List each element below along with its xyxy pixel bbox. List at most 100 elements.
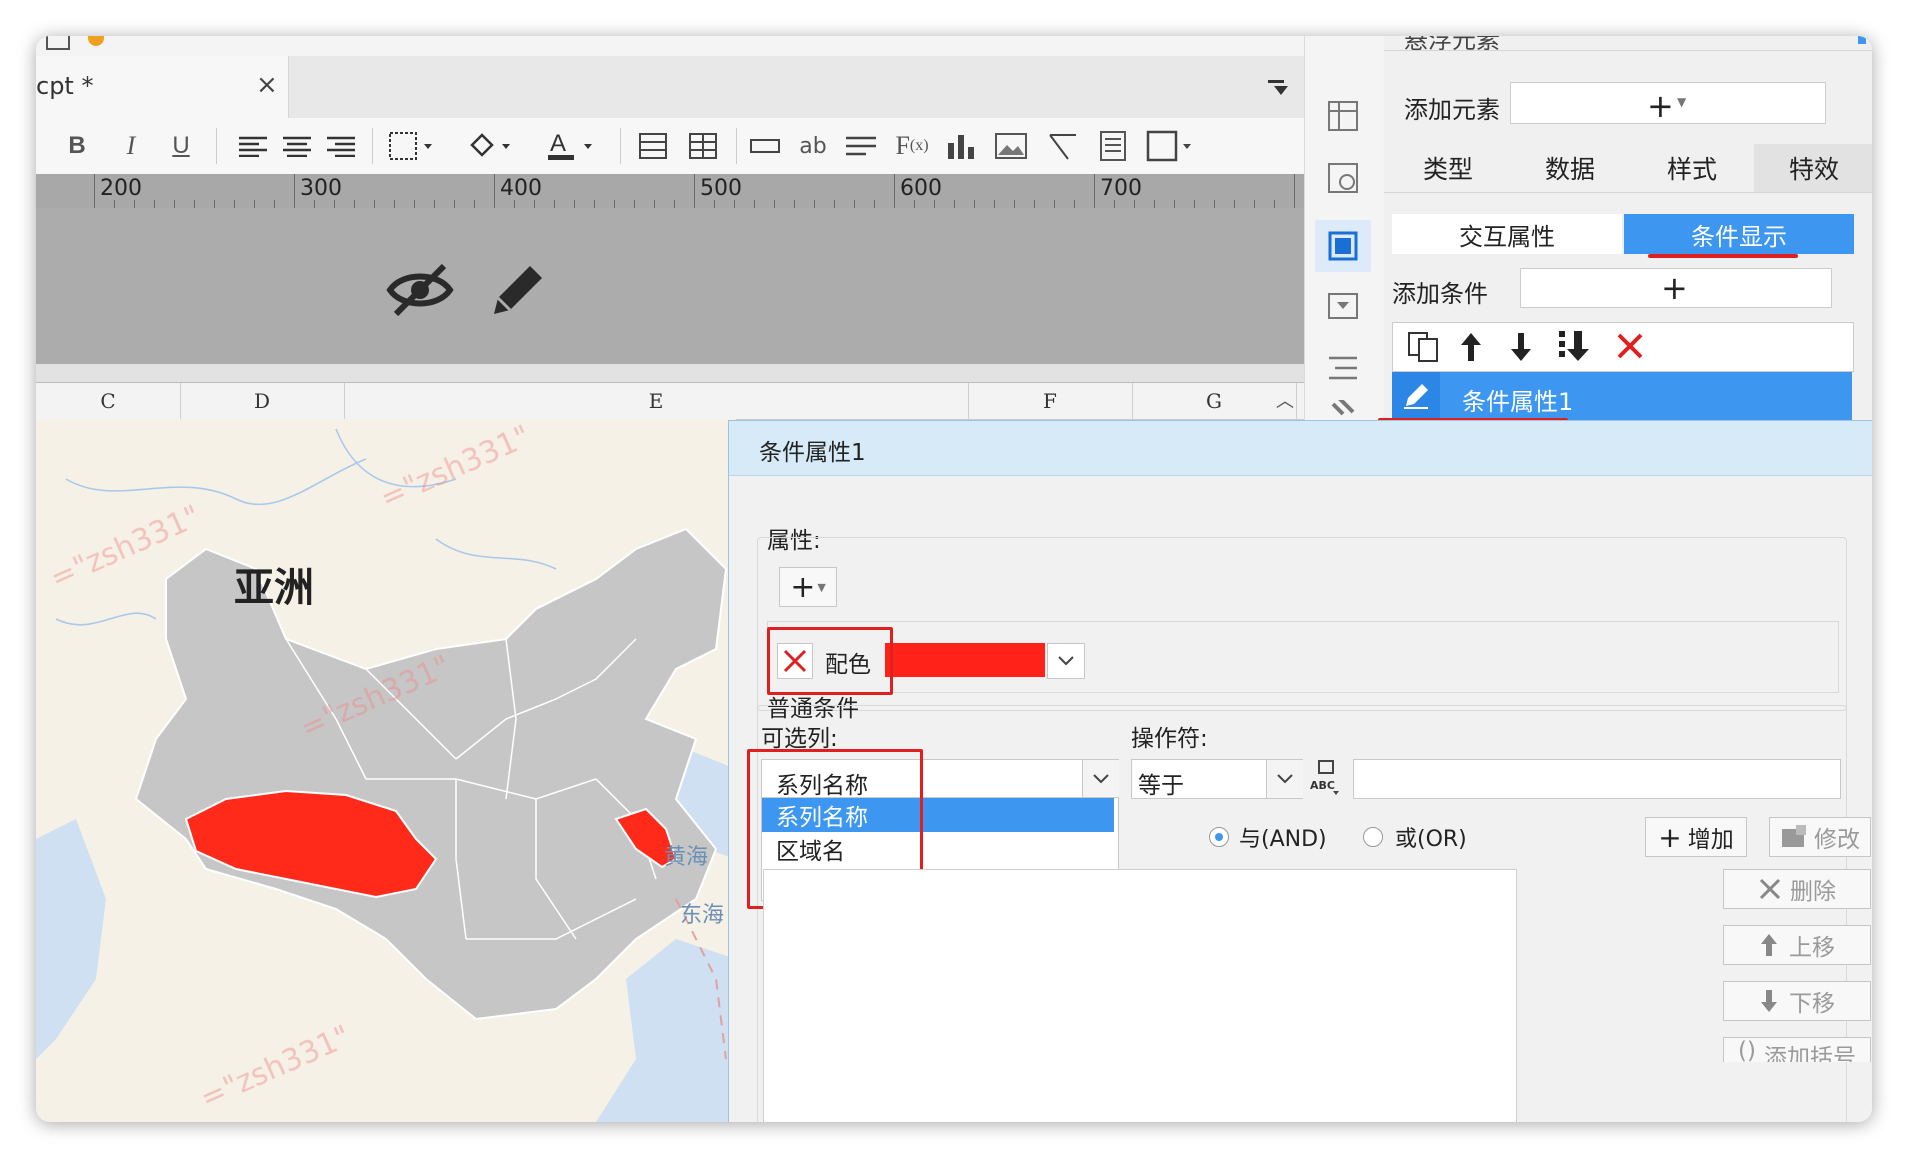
move-down-button[interactable]: 下移	[1723, 981, 1871, 1021]
ruler-label: 400	[500, 176, 542, 201]
column-header[interactable]: F	[968, 383, 1133, 419]
grid-icon[interactable]	[1323, 96, 1363, 136]
condition-list-item[interactable]: 条件属性1	[1392, 372, 1852, 420]
ruler-tick	[634, 200, 635, 208]
floating-element-preview	[36, 208, 1304, 364]
sub-report-icon[interactable]	[1096, 128, 1130, 164]
arrow-down-icon	[1761, 990, 1777, 1012]
ruler-tick	[854, 200, 855, 208]
add-button[interactable]: + 增加	[1645, 817, 1747, 857]
sort-icon[interactable]	[1557, 329, 1591, 367]
map-label-yellow-sea: 黄海	[664, 845, 709, 870]
copy-icon[interactable]	[1407, 331, 1439, 367]
ruler-tick	[1154, 200, 1155, 208]
align-left-icon[interactable]	[236, 128, 270, 164]
cell-attr-icon[interactable]	[1323, 158, 1363, 198]
eye-off-icon[interactable]	[386, 260, 454, 324]
ruler-tick	[1174, 200, 1175, 208]
ruler-tick	[294, 174, 295, 208]
slash-icon[interactable]	[1046, 128, 1080, 164]
tab-style[interactable]: 样式	[1632, 144, 1752, 192]
subtab-condition-display[interactable]: 条件显示	[1624, 214, 1854, 254]
column-header[interactable]: G	[1132, 383, 1297, 419]
ruler-tick	[1134, 200, 1135, 208]
add-attribute-button[interactable]: + ▼	[779, 567, 837, 607]
horizontal-ruler: 200 300 400 500 600 700	[36, 174, 1304, 209]
add-bracket-button[interactable]: () 添加括号	[1723, 1037, 1871, 1062]
chevron-down-icon[interactable]	[1082, 760, 1119, 798]
document-tab[interactable]: cpt * ×	[36, 56, 289, 118]
ruler-tick	[194, 200, 195, 208]
plus-icon: +	[1647, 87, 1674, 125]
move-up-button[interactable]: 上移	[1723, 925, 1871, 965]
dialog-title: 条件属性1	[759, 440, 866, 466]
chevron-down-icon[interactable]	[1266, 760, 1303, 798]
rich-text-icon[interactable]	[844, 128, 878, 164]
add-condition-button[interactable]: +	[1520, 268, 1832, 308]
operator-select[interactable]: 等于	[1131, 759, 1303, 799]
right-properties-panel: 悬浮元素 添加元素 + ▼ 类型 数据 样式 特效 交互属性 条件显示 添加条件…	[1378, 36, 1872, 422]
underline-icon[interactable]: U	[166, 128, 196, 164]
border-icon[interactable]	[386, 128, 436, 164]
column-headers: C D E F G ︿	[36, 382, 1304, 420]
text-icon[interactable]: ab	[796, 128, 830, 164]
column-header[interactable]: D	[180, 383, 345, 419]
ruler-tick	[934, 200, 935, 208]
chart-icon[interactable]	[944, 128, 978, 164]
add-element-button[interactable]: + ▼	[1510, 82, 1826, 125]
collapse-icon[interactable]	[1268, 78, 1288, 96]
condition-value-input[interactable]	[1353, 759, 1841, 799]
link-icon[interactable]	[1323, 400, 1363, 420]
frame-icon[interactable]	[1144, 128, 1194, 164]
svg-text:A: A	[550, 130, 566, 157]
fill-color-icon[interactable]	[464, 128, 514, 164]
color-dropdown-button[interactable]	[1047, 643, 1085, 679]
modify-button[interactable]: 修改	[1769, 817, 1871, 857]
and-radio[interactable]	[1209, 827, 1229, 847]
close-icon[interactable]: ×	[256, 70, 278, 100]
tab-effects[interactable]: 特效	[1754, 144, 1872, 192]
ruler-tick	[874, 200, 875, 208]
list-icon[interactable]	[1323, 348, 1363, 388]
ruler-tick	[514, 200, 515, 208]
ruler-tick	[1054, 200, 1055, 208]
image-icon[interactable]	[994, 128, 1028, 164]
merge-cells-icon[interactable]	[636, 128, 670, 164]
widget-icon[interactable]	[1323, 286, 1363, 326]
ruler-label: 500	[700, 176, 742, 201]
pencil-icon[interactable]	[486, 258, 550, 326]
align-center-icon[interactable]	[280, 128, 314, 164]
split-cells-icon[interactable]	[686, 128, 720, 164]
chevron-down-icon: ▼	[817, 580, 826, 594]
column-header[interactable]: C	[36, 383, 181, 419]
floating-element-icon[interactable]	[1315, 220, 1371, 272]
delete-icon[interactable]	[1615, 331, 1645, 365]
tab-type[interactable]: 类型	[1388, 144, 1508, 192]
ruler-tick	[554, 200, 555, 208]
formula-editor-icon[interactable]: ABC	[1309, 759, 1343, 797]
map-chart: ="zsh331" ="zsh331" ="zsh331" ="zsh331" …	[36, 419, 736, 1122]
highlight-underline	[1648, 254, 1798, 258]
add-condition-label: 添加条件	[1392, 280, 1488, 308]
color-swatch[interactable]	[885, 643, 1045, 677]
ruler-tick	[214, 200, 215, 208]
ruler-tick	[234, 200, 235, 208]
edit-icon[interactable]	[1392, 372, 1440, 420]
ruler-tick	[654, 200, 655, 208]
tab-data[interactable]: 数据	[1510, 144, 1630, 192]
move-up-icon[interactable]	[1459, 331, 1483, 367]
font-color-icon[interactable]: A	[546, 128, 596, 164]
ruler-tick	[834, 200, 835, 208]
formula-icon[interactable]: F (x)	[892, 128, 932, 164]
input-field-icon[interactable]	[748, 128, 782, 164]
scroll-up-icon[interactable]: ︿	[1276, 387, 1294, 413]
delete-button[interactable]: 删除	[1723, 869, 1871, 909]
italic-icon[interactable]: I	[116, 128, 146, 164]
move-down-icon[interactable]	[1509, 331, 1533, 367]
align-right-icon[interactable]	[324, 128, 358, 164]
or-radio[interactable]	[1363, 827, 1383, 847]
subtab-interactive-attr[interactable]: 交互属性	[1392, 214, 1622, 254]
column-header[interactable]: E	[344, 383, 969, 419]
bold-icon[interactable]: B	[62, 128, 92, 164]
ruler-tick	[714, 200, 715, 208]
